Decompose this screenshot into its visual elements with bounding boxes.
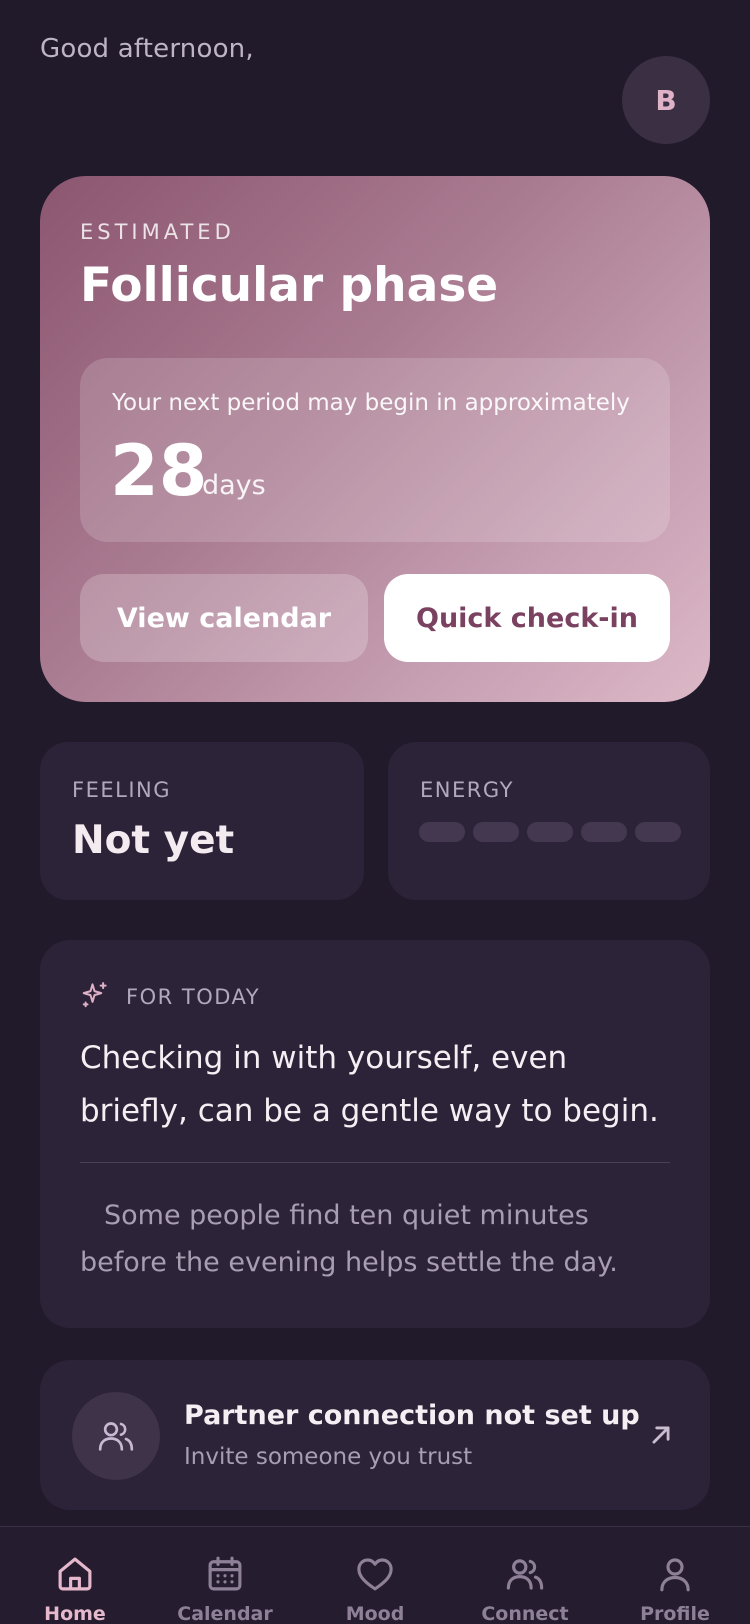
for-today-header: FOR TODAY	[80, 980, 260, 1014]
partner-subtitle: Invite someone you trust	[184, 1444, 473, 1470]
tab-calendar[interactable]: Calendar	[150, 1527, 300, 1624]
next-period-text: Your next period may begin in approximat…	[112, 390, 630, 416]
feeling-card[interactable]: FEELING Not yet	[40, 742, 364, 900]
days-unit: days	[202, 470, 266, 501]
energy-segment	[473, 822, 519, 842]
greeting-text: Good afternoon,	[40, 34, 254, 64]
energy-segment	[635, 822, 681, 842]
for-today-main-text: Checking in with yourself, even briefly,…	[80, 1040, 659, 1129]
heart-icon	[357, 1558, 393, 1591]
users-icon	[72, 1392, 160, 1480]
for-today-label: FOR TODAY	[126, 985, 261, 1009]
partner-connection-card[interactable]: Partner connection not set up Invite som…	[40, 1360, 710, 1510]
feeling-label: FEELING	[72, 778, 171, 802]
phase-card: ESTIMATED Follicular phase Your next per…	[40, 176, 710, 702]
divider	[80, 1162, 670, 1163]
tab-connect-label: Connect	[481, 1603, 569, 1624]
users-icon	[506, 1559, 544, 1590]
phase-title: Follicular phase	[80, 258, 499, 313]
phase-eyebrow: ESTIMATED	[80, 220, 235, 244]
avatar-initial: B	[655, 83, 677, 117]
avatar[interactable]: B	[622, 56, 710, 144]
home-icon	[58, 1557, 92, 1591]
energy-segment	[527, 822, 573, 842]
energy-card[interactable]: ENERGY	[388, 742, 710, 900]
energy-meter	[419, 822, 681, 842]
quick-checkin-button[interactable]: Quick check-in	[384, 574, 670, 662]
sparkle-icon	[80, 980, 110, 1014]
tab-mood-label: Mood	[345, 1603, 405, 1624]
arrow-up-right-icon	[644, 1418, 678, 1456]
tab-profile-label: Profile	[640, 1603, 710, 1624]
tab-home[interactable]: Home	[0, 1527, 150, 1624]
view-calendar-button[interactable]: View calendar	[80, 574, 368, 662]
tab-mood[interactable]: Mood	[300, 1527, 450, 1624]
days-count: 28	[110, 430, 208, 512]
tab-home-label: Home	[44, 1603, 106, 1624]
person-icon	[660, 1558, 690, 1592]
tab-connect[interactable]: Connect	[450, 1527, 600, 1624]
calendar-icon	[208, 1556, 242, 1591]
tab-calendar-label: Calendar	[177, 1603, 273, 1624]
tab-profile[interactable]: Profile	[600, 1527, 750, 1624]
next-period-box: Your next period may begin in approximat…	[80, 358, 670, 542]
energy-segment	[581, 822, 627, 842]
for-today-sub-text: Some people find ten quiet minutes befor…	[80, 1200, 618, 1278]
partner-title: Partner connection not set up	[184, 1400, 640, 1431]
bottom-tab-bar: Home Calendar Mood Connect Profile	[0, 1526, 750, 1624]
feeling-value: Not yet	[72, 818, 235, 863]
energy-segment	[419, 822, 465, 842]
energy-label: ENERGY	[420, 778, 514, 802]
for-today-card: FOR TODAY Checking in with yourself, eve…	[40, 940, 710, 1328]
